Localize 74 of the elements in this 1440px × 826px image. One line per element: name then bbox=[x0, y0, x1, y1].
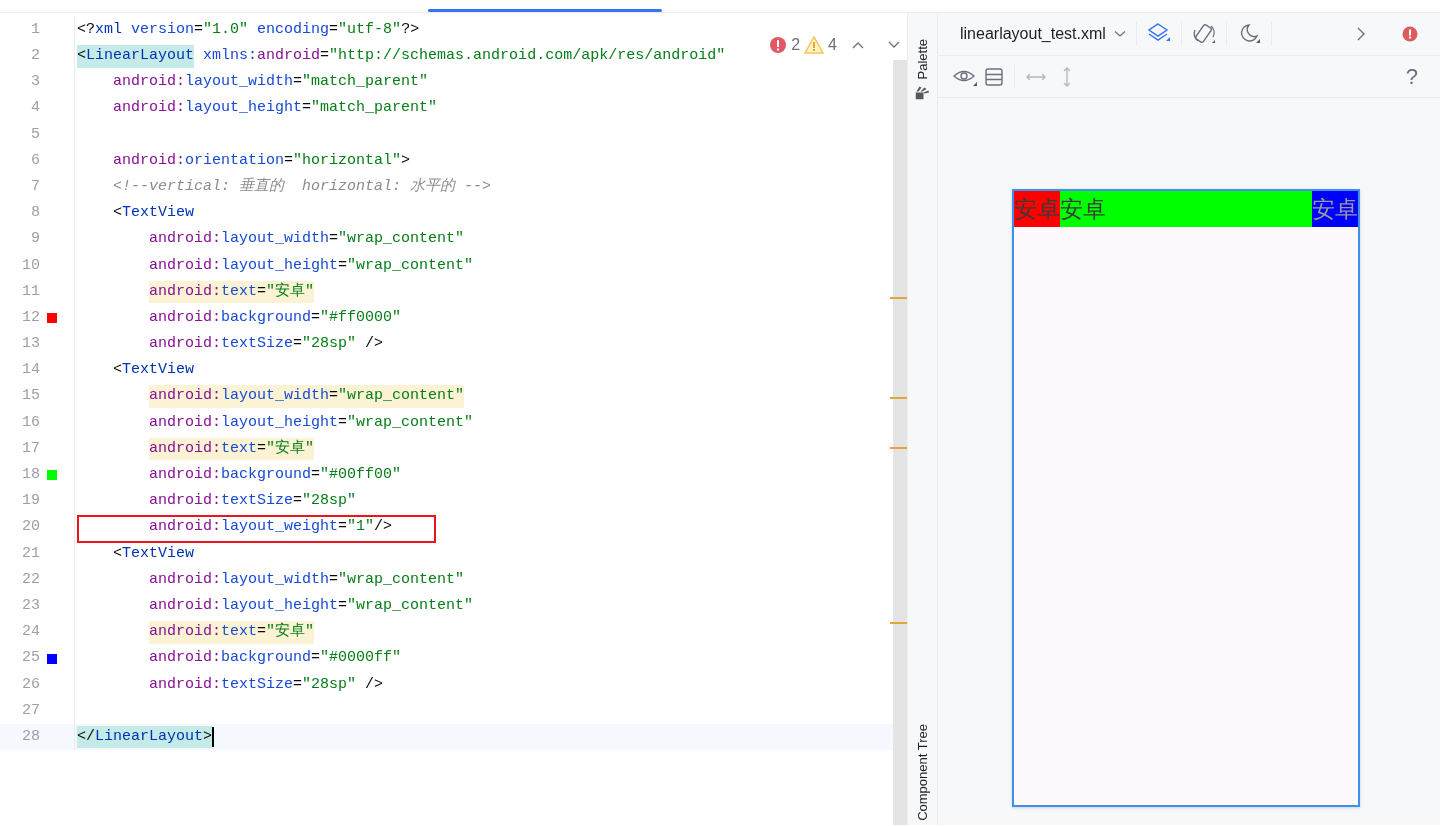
error-icon[interactable] bbox=[769, 36, 788, 54]
chevron-up-icon[interactable] bbox=[851, 40, 865, 50]
help-button[interactable]: ? bbox=[1405, 60, 1418, 93]
rotate-icon[interactable] bbox=[1191, 22, 1216, 46]
highlighted-code: </LinearLayout> bbox=[77, 725, 213, 749]
code-line: <!--vertical: 垂直的 horizontal: 水平的 --> bbox=[113, 176, 492, 197]
code-line: xmlns:android="http://schemas.android.com/apk/res/android" bbox=[202, 46, 726, 67]
line-number: 20 bbox=[21, 517, 40, 538]
highlighted-code: android:text="安卓" bbox=[149, 280, 315, 304]
line-number: 11 bbox=[21, 281, 40, 302]
code-line: android:orientation="horizontal"> bbox=[113, 150, 411, 171]
code-line: <TextView bbox=[113, 360, 195, 381]
side-tab[interactable]: Component Tree bbox=[912, 724, 933, 821]
line-number: 4 bbox=[30, 98, 40, 119]
code-line: android:layout_width="wrap_content" bbox=[149, 569, 465, 590]
line-number: 8 bbox=[30, 203, 40, 224]
highlighted-code: <LinearLayout bbox=[77, 45, 195, 68]
code-line: android:layout_height="wrap_content" bbox=[149, 255, 474, 276]
line-number: 7 bbox=[30, 176, 40, 197]
line-number: 13 bbox=[21, 334, 40, 355]
code-line: android:textSize="28sp" /> bbox=[149, 334, 384, 355]
line-number: 14 bbox=[21, 360, 40, 381]
code-line: android:layout_width="wrap_content" bbox=[149, 229, 465, 250]
line-number: 23 bbox=[21, 595, 40, 616]
line-number: 18 bbox=[21, 465, 40, 486]
error-icon[interactable] bbox=[1402, 26, 1418, 42]
line-number: 3 bbox=[30, 72, 40, 93]
line-number: 25 bbox=[21, 648, 40, 669]
side-tab[interactable]: Palette bbox=[912, 39, 933, 80]
code-line: android:background="#00ff00" bbox=[149, 465, 402, 486]
line-number: 16 bbox=[21, 412, 40, 433]
line-number: 1 bbox=[30, 19, 40, 40]
line-number: 6 bbox=[30, 150, 40, 171]
line-number: 9 bbox=[30, 229, 40, 250]
line-number: 26 bbox=[21, 674, 40, 695]
code-line: <TextView bbox=[113, 203, 195, 224]
code-line: android:background="#ff0000" bbox=[149, 307, 402, 328]
line-number: 5 bbox=[30, 124, 40, 145]
warning-count[interactable]: 4 bbox=[828, 33, 837, 57]
chevron-down-icon[interactable] bbox=[887, 40, 901, 50]
highlighted-code: android:text="安卓" bbox=[149, 621, 315, 644]
text-view: 安卓 bbox=[1014, 191, 1060, 227]
code-line: android:layout_height="match_parent" bbox=[113, 98, 438, 119]
code-line: android:layout_weight="1"/> bbox=[149, 517, 393, 538]
code-line: <?xml version="1.0" encoding="utf-8"?> bbox=[77, 19, 420, 40]
line-number: 10 bbox=[21, 255, 40, 276]
rows-icon[interactable] bbox=[984, 66, 1004, 87]
code-line: android:layout_height="wrap_content" bbox=[149, 412, 474, 433]
line-number: 2 bbox=[30, 46, 40, 67]
line-number: 28 bbox=[21, 726, 40, 747]
code-line: android:layout_height="wrap_content" bbox=[149, 595, 474, 616]
line-number: 21 bbox=[21, 543, 40, 564]
line-number: 12 bbox=[21, 307, 40, 328]
text-view: 安卓 bbox=[1312, 191, 1358, 227]
line-number: 22 bbox=[21, 569, 40, 590]
highlighted-code: android:text="安卓" bbox=[149, 437, 315, 461]
code-line: android:textSize="28sp" /> bbox=[149, 674, 384, 695]
file-dropdown[interactable]: linearlayout_test.xml bbox=[960, 22, 1126, 46]
code-line: android:textSize="28sp" bbox=[149, 491, 357, 512]
palette-icon bbox=[915, 85, 930, 100]
text-cursor bbox=[212, 727, 215, 748]
chevron-right-icon[interactable] bbox=[1356, 27, 1366, 41]
code-line: android:background="#0000ff" bbox=[149, 648, 402, 669]
chevron-down-icon[interactable] bbox=[1113, 30, 1126, 38]
line-number: 27 bbox=[21, 700, 40, 721]
code-line: android:layout_width="match_parent" bbox=[113, 72, 429, 93]
code-line: <TextView bbox=[113, 543, 195, 564]
line-number: 19 bbox=[21, 491, 40, 512]
highlighted-code: android:layout_width="wrap_content" bbox=[149, 385, 465, 408]
text-view: 安卓 bbox=[1060, 191, 1312, 227]
error-count[interactable]: 2 bbox=[791, 33, 801, 57]
line-number: 24 bbox=[21, 622, 40, 643]
line-number: 17 bbox=[21, 438, 40, 459]
line-number: 15 bbox=[21, 386, 40, 407]
